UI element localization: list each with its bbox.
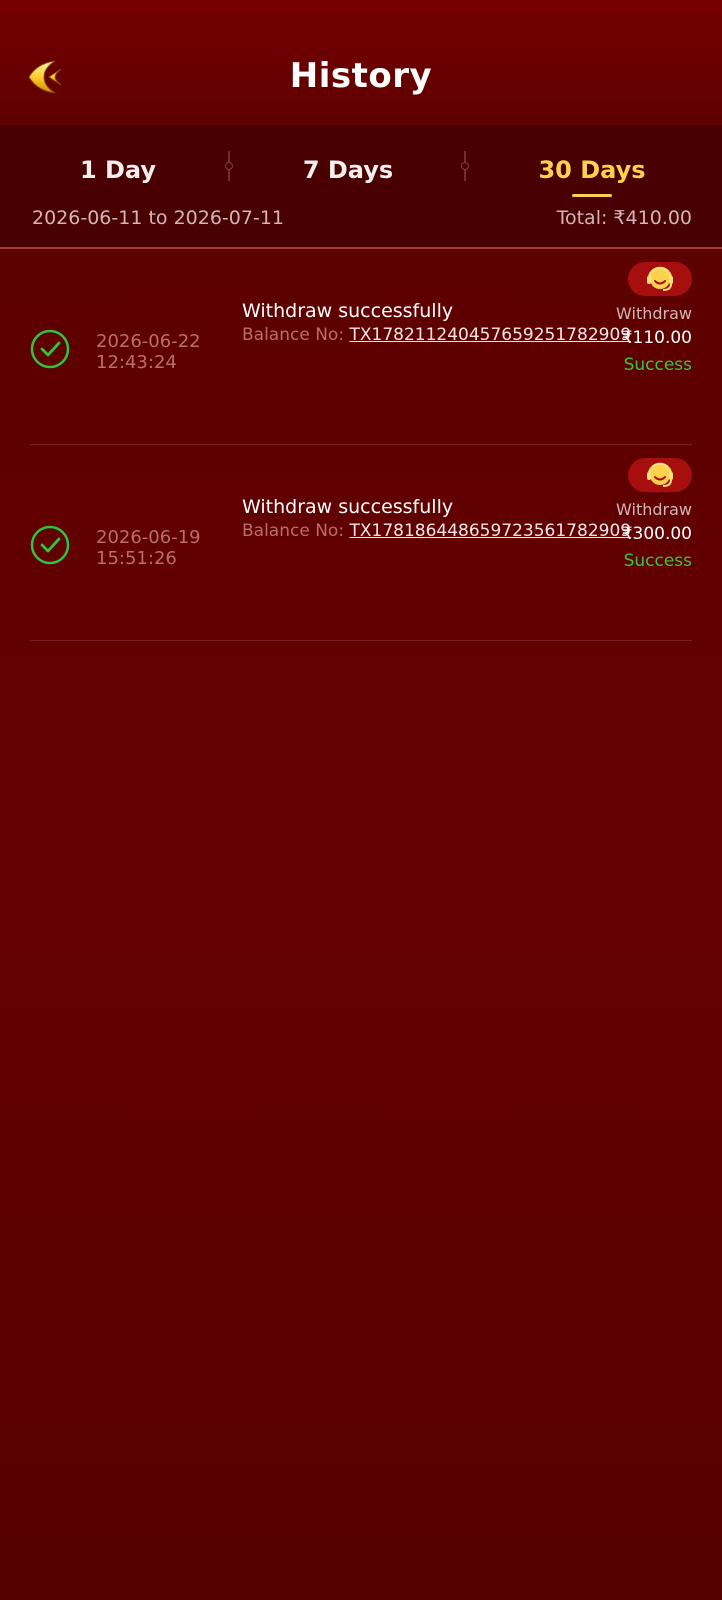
transaction-id-link[interactable]: TX178211240457659251782909 <box>349 325 631 345</box>
transaction-title: Withdraw successfully <box>242 496 454 518</box>
transaction-status: Success <box>623 551 692 571</box>
tab-30-days[interactable]: 30 Days <box>522 145 662 197</box>
tab-7-days[interactable]: 7 Days <box>278 145 418 195</box>
date-range: 2026-06-11 to 2026-07-11 <box>32 207 284 229</box>
transaction-title: Withdraw successfully <box>242 300 454 322</box>
transaction-row[interactable]: 2026-06-22 12:43:24 Withdraw successfull… <box>30 249 692 445</box>
balance-info: Balance No: TX178211240457659251782909 <box>242 325 631 345</box>
transaction-list: 2026-06-22 12:43:24 Withdraw successfull… <box>0 249 722 641</box>
check-circle-icon <box>30 329 70 369</box>
filter-bar: 1 Day 7 Days 30 Days 2026-06-11 to 2026-… <box>0 125 722 249</box>
transaction-time: 15:51:26 <box>96 548 177 569</box>
transaction-amount: ₹110.00 <box>621 328 692 348</box>
transaction-status: Success <box>623 355 692 375</box>
customer-support-button[interactable] <box>628 262 692 296</box>
balance-label: Balance No: <box>242 325 345 345</box>
tab-divider <box>225 151 233 181</box>
tab-1-day[interactable]: 1 Day <box>48 145 188 195</box>
headset-support-icon <box>647 266 673 291</box>
transaction-time: 12:43:24 <box>96 352 177 373</box>
balance-label: Balance No: <box>242 521 345 541</box>
transaction-type: Withdraw <box>616 500 692 519</box>
transaction-date: 2026-06-22 <box>96 331 201 352</box>
check-circle-icon <box>30 525 70 565</box>
tab-divider <box>461 151 469 181</box>
transaction-row[interactable]: 2026-06-19 15:51:26 Withdraw successfull… <box>30 445 692 641</box>
transaction-timestamp: 2026-06-19 15:51:26 <box>96 527 201 569</box>
transaction-type: Withdraw <box>616 304 692 323</box>
app-header: History <box>0 0 722 125</box>
active-tab-indicator <box>572 194 612 197</box>
page-title: History <box>289 56 433 96</box>
transaction-date: 2026-06-19 <box>96 527 201 548</box>
transaction-timestamp: 2026-06-22 12:43:24 <box>96 331 201 373</box>
headset-support-icon <box>647 462 673 487</box>
balance-info: Balance No: TX178186448659723561782909 <box>242 521 631 541</box>
customer-support-button[interactable] <box>628 458 692 492</box>
transaction-amount: ₹300.00 <box>621 524 692 544</box>
tab-30-days-label: 30 Days <box>538 156 646 184</box>
total-amount: Total: ₹410.00 <box>556 207 692 229</box>
transaction-id-link[interactable]: TX178186448659723561782909 <box>349 521 631 541</box>
